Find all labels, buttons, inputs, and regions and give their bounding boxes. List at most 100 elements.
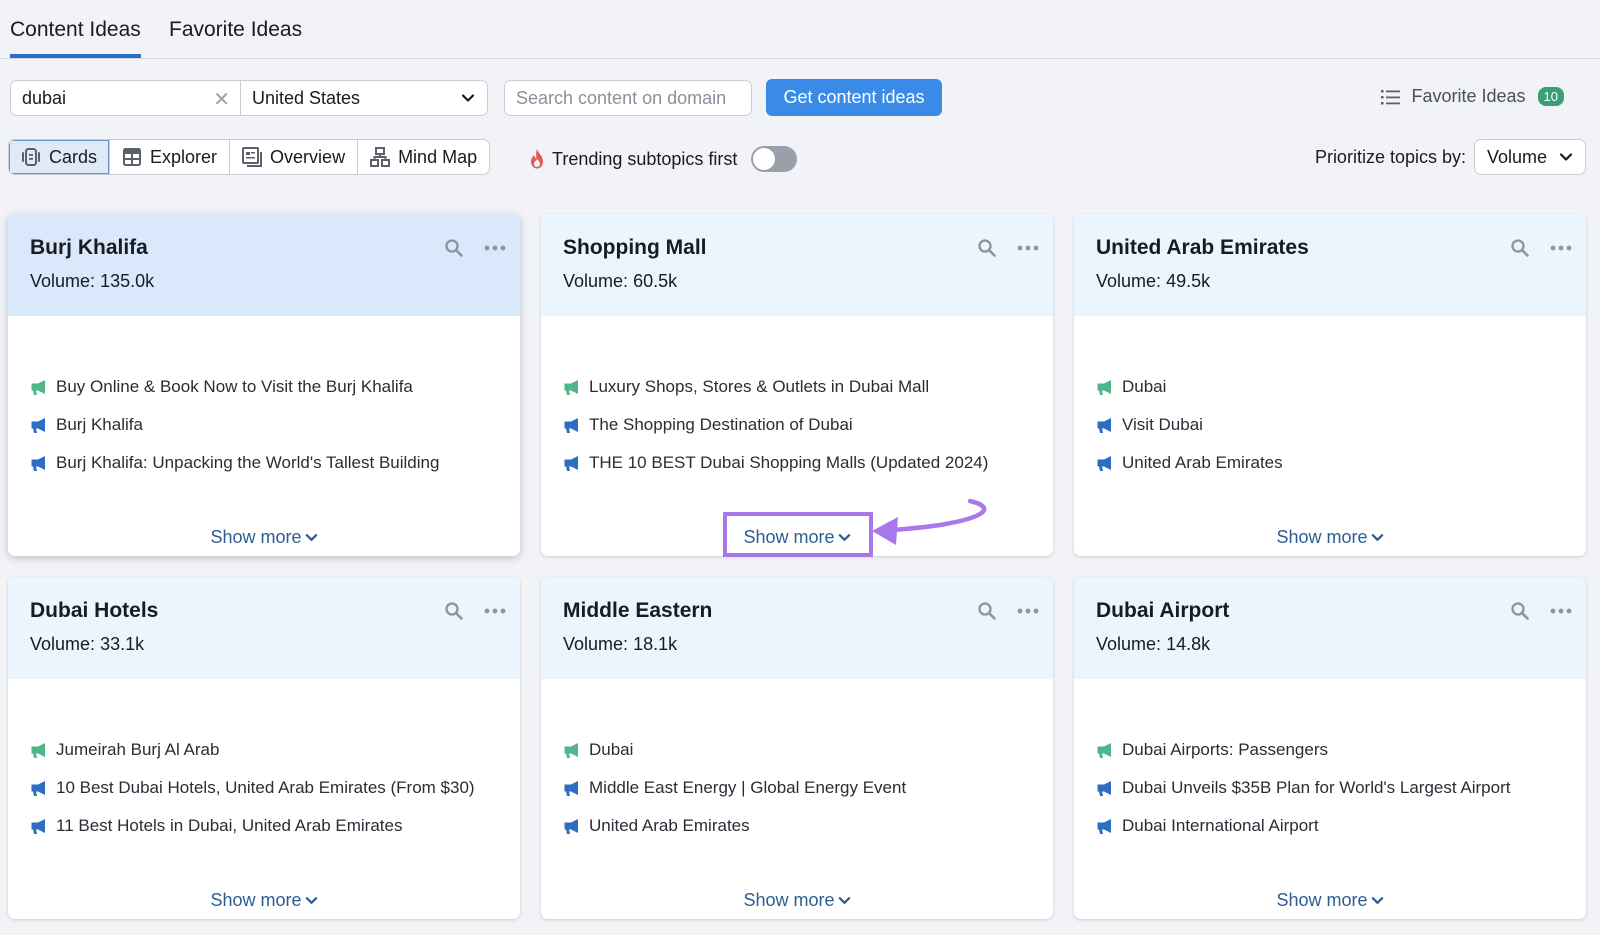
idea-title: Dubai — [1122, 377, 1167, 396]
idea-title: 10 Best Dubai Hotels, United Arab Emirat… — [56, 778, 475, 797]
chevron-down-icon — [838, 897, 850, 904]
search-icon[interactable] — [977, 238, 997, 258]
more-options-icon[interactable] — [1017, 608, 1039, 614]
megaphone-icon — [31, 780, 45, 796]
idea-title: Burj Khalifa — [56, 415, 143, 434]
idea-item[interactable]: Dubai — [1096, 368, 1283, 406]
more-options-icon[interactable] — [484, 245, 506, 251]
show-more-button[interactable]: Show more — [541, 527, 1053, 548]
idea-item[interactable]: United Arab Emirates — [1096, 444, 1283, 482]
topic-card: Dubai Hotels Volume: 33.1k Jumeirah Burj… — [8, 577, 520, 919]
show-more-label: Show more — [743, 527, 835, 547]
view-cards-button[interactable]: Cards — [9, 140, 111, 174]
keyword-input[interactable] — [11, 81, 211, 115]
card-actions — [444, 238, 506, 258]
more-options-icon[interactable] — [1550, 608, 1572, 614]
idea-title: Dubai International Airport — [1122, 816, 1319, 835]
megaphone-icon — [31, 455, 45, 471]
topic-card: Middle Eastern Volume: 18.1k Dubai Middle… — [541, 577, 1053, 919]
volume-value: 18.1k — [633, 634, 678, 654]
megaphone-icon — [1097, 742, 1111, 758]
mind-map-icon — [370, 147, 391, 167]
prioritize-select[interactable]: Volume — [1474, 139, 1586, 175]
view-explorer-button[interactable]: Explorer — [110, 140, 231, 174]
idea-list: Dubai Middle East Energy | Global Energy … — [563, 731, 906, 845]
idea-item[interactable]: The Shopping Destination of Dubai — [563, 406, 988, 444]
show-more-button[interactable]: Show more — [1074, 527, 1586, 548]
idea-item[interactable]: United Arab Emirates — [563, 807, 906, 845]
idea-item[interactable]: Burj Khalifa: Unpacking the World's Tall… — [30, 444, 439, 482]
megaphone-icon — [564, 455, 578, 471]
show-more-label: Show more — [1276, 527, 1368, 547]
idea-item[interactable]: Dubai Unveils $35B Plan for World's Larg… — [1096, 769, 1510, 807]
card-title: Middle Eastern — [563, 599, 713, 622]
idea-list: Jumeirah Burj Al Arab 10 Best Dubai Hotel… — [30, 731, 475, 845]
card-header: Burj Khalifa Volume: 135.0k — [8, 214, 520, 316]
tab-favorite-ideas[interactable]: Favorite Ideas — [169, 18, 302, 42]
megaphone-icon — [564, 818, 578, 834]
show-more-label: Show more — [743, 890, 835, 910]
idea-item[interactable]: Dubai International Airport — [1096, 807, 1510, 845]
idea-item[interactable]: 10 Best Dubai Hotels, United Arab Emirat… — [30, 769, 475, 807]
card-title: Dubai Hotels — [30, 599, 159, 622]
domain-search-input[interactable] — [504, 80, 752, 116]
idea-item[interactable]: Dubai Airports: Passengers — [1096, 731, 1510, 769]
card-volume: Volume: 135.0k — [30, 271, 498, 292]
show-more-label: Show more — [1276, 890, 1368, 910]
view-overview-button[interactable]: Overview — [230, 140, 359, 174]
view-mind-map-button[interactable]: Mind Map — [358, 140, 489, 174]
volume-label: Volume: — [1096, 634, 1162, 654]
idea-item[interactable]: 11 Best Hotels in Dubai, United Arab Emi… — [30, 807, 475, 845]
idea-item[interactable]: Burj Khalifa — [30, 406, 439, 444]
search-icon[interactable] — [1510, 601, 1530, 621]
megaphone-icon — [1097, 455, 1111, 471]
view-explorer-label: Explorer — [150, 146, 218, 167]
chevron-down-icon — [1371, 897, 1383, 904]
topic-card: United Arab Emirates Volume: 49.5k Dubai… — [1074, 214, 1586, 556]
card-actions — [444, 601, 506, 621]
search-icon[interactable] — [444, 238, 464, 258]
show-more-button[interactable]: Show more — [8, 890, 520, 911]
favorite-ideas-link[interactable]: Favorite Ideas 10 — [1381, 86, 1564, 107]
megaphone-icon — [564, 379, 578, 395]
volume-label: Volume: — [30, 271, 96, 291]
idea-item[interactable]: Jumeirah Burj Al Arab — [30, 731, 475, 769]
search-icon[interactable] — [444, 601, 464, 621]
megaphone-icon — [1097, 818, 1111, 834]
get-content-ideas-button[interactable]: Get content ideas — [766, 79, 942, 116]
trending-toggle[interactable] — [751, 146, 798, 172]
clear-icon[interactable]: ✕ — [213, 87, 230, 112]
search-icon[interactable] — [977, 601, 997, 621]
idea-title: Dubai — [589, 740, 634, 759]
keyword-search-group: ✕ United States — [10, 80, 488, 116]
more-options-icon[interactable] — [1550, 245, 1572, 251]
view-cards-label: Cards — [49, 146, 98, 167]
idea-item[interactable]: THE 10 BEST Dubai Shopping Malls (Update… — [563, 444, 988, 482]
card-volume: Volume: 18.1k — [563, 634, 1031, 655]
megaphone-icon — [564, 780, 578, 796]
list-icon — [1381, 89, 1401, 104]
idea-item[interactable]: Dubai — [563, 731, 906, 769]
show-more-button[interactable]: Show more — [541, 890, 1053, 911]
idea-item[interactable]: Buy Online & Book Now to Visit the Burj … — [30, 368, 439, 406]
idea-title: Buy Online & Book Now to Visit the Burj … — [56, 377, 413, 396]
tab-content-ideas[interactable]: Content Ideas — [10, 18, 141, 58]
idea-item[interactable]: Visit Dubai — [1096, 406, 1283, 444]
flame-icon — [531, 149, 543, 169]
more-options-icon[interactable] — [484, 608, 506, 614]
idea-item[interactable]: Luxury Shops, Stores & Outlets in Dubai … — [563, 368, 988, 406]
idea-list: Luxury Shops, Stores & Outlets in Dubai … — [563, 368, 988, 482]
search-icon[interactable] — [1510, 238, 1530, 258]
megaphone-icon — [31, 417, 45, 433]
country-select[interactable]: United States — [241, 81, 487, 115]
topic-card: Dubai Airport Volume: 14.8k Dubai Airpor… — [1074, 577, 1586, 919]
volume-value: 14.8k — [1166, 634, 1211, 654]
card-title: Shopping Mall — [563, 236, 707, 259]
idea-item[interactable]: Middle East Energy | Global Energy Event — [563, 769, 906, 807]
card-volume: Volume: 33.1k — [30, 634, 498, 655]
show-more-button[interactable]: Show more — [8, 527, 520, 548]
show-more-button[interactable]: Show more — [1074, 890, 1586, 911]
more-options-icon[interactable] — [1017, 245, 1039, 251]
idea-title: 11 Best Hotels in Dubai, United Arab Emi… — [56, 816, 403, 835]
idea-title: United Arab Emirates — [1122, 453, 1283, 472]
